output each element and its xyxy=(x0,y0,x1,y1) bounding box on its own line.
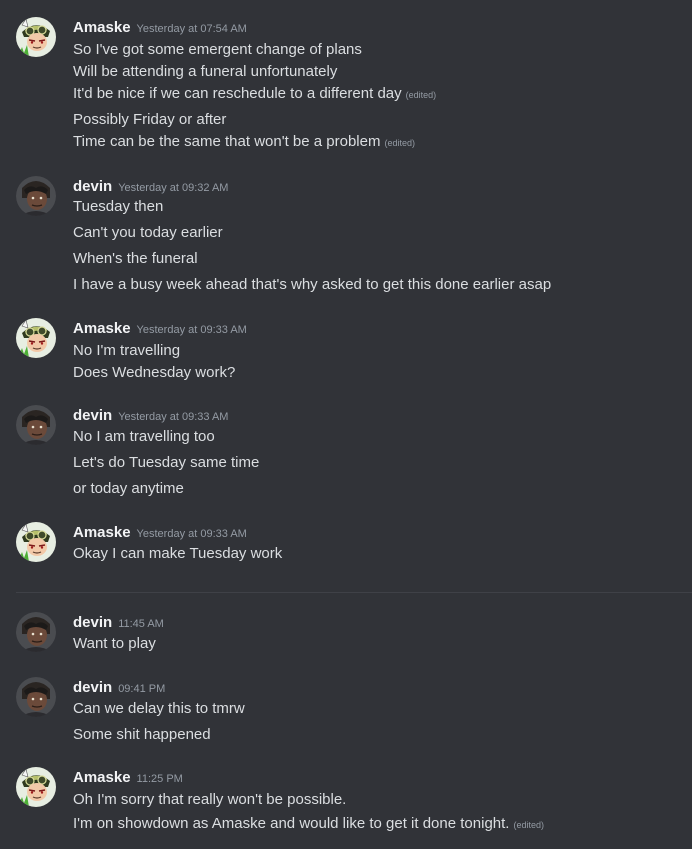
timestamp: Yesterday at 09:33 AM xyxy=(136,324,247,336)
avatar[interactable] xyxy=(16,176,56,216)
edited-label: (edited) xyxy=(513,820,544,830)
message-text: Want to play xyxy=(73,635,156,652)
message-text: Tuesday then xyxy=(73,198,164,215)
avatar[interactable] xyxy=(16,318,56,358)
timestamp: Yesterday at 09:33 AM xyxy=(136,528,247,540)
message-header: Amaske Yesterday at 09:33 AM xyxy=(73,522,247,544)
message-list: Amaske Yesterday at 07:54 AM So I've got … xyxy=(0,0,692,849)
message-text: Oh I'm sorry that really won't be possib… xyxy=(73,791,347,808)
timestamp: Yesterday at 09:33 AM xyxy=(118,411,229,423)
goggles-character-icon xyxy=(16,522,56,562)
avatar[interactable] xyxy=(16,17,56,57)
message-text: Time can be the same that won't be a pro… xyxy=(73,133,415,150)
dark-character-icon xyxy=(16,612,56,652)
dark-character-icon xyxy=(16,677,56,717)
message-header: devin Yesterday at 09:32 AM xyxy=(73,176,228,198)
username[interactable]: Amaske xyxy=(73,524,131,541)
message-text: No I am travelling too xyxy=(73,428,215,445)
avatar[interactable] xyxy=(16,677,56,717)
message-text: So I've got some emergent change of plan… xyxy=(73,41,362,58)
message-text: Can we delay this to tmrw xyxy=(73,700,245,717)
goggles-character-icon xyxy=(16,318,56,358)
username[interactable]: devin xyxy=(73,679,112,696)
username[interactable]: devin xyxy=(73,614,112,631)
message-text: Will be attending a funeral unfortunatel… xyxy=(73,63,338,80)
message-text: Let's do Tuesday same time xyxy=(73,454,260,471)
message-header: devin 09:41 PM xyxy=(73,677,165,699)
avatar[interactable] xyxy=(16,612,56,652)
message-text: Some shit happened xyxy=(73,726,211,743)
dark-character-icon xyxy=(16,405,56,445)
message-text: Does Wednesday work? xyxy=(73,364,236,381)
edited-label: (edited) xyxy=(405,90,437,100)
message-text: When's the funeral xyxy=(73,250,198,267)
message-text: Can't you today earlier xyxy=(73,224,223,241)
username[interactable]: devin xyxy=(73,407,112,424)
avatar[interactable] xyxy=(16,767,56,807)
message-text: I have a busy week ahead that's why aske… xyxy=(73,276,552,293)
timestamp: 09:41 PM xyxy=(118,683,166,695)
dark-character-icon xyxy=(16,176,56,216)
goggles-character-icon xyxy=(16,767,56,807)
goggles-character-icon xyxy=(16,17,56,57)
message-text: No I'm travelling xyxy=(73,342,181,359)
message-text: It'd be nice if we can reschedule to a d… xyxy=(73,85,437,102)
username[interactable]: devin xyxy=(73,178,112,195)
timestamp: Yesterday at 07:54 AM xyxy=(136,23,247,35)
message-text: Possibly Friday or after xyxy=(73,111,227,128)
username[interactable]: Amaske xyxy=(73,769,131,786)
message-text: or today anytime xyxy=(73,480,184,497)
message-header: Amaske Yesterday at 07:54 AM xyxy=(73,17,247,39)
avatar[interactable] xyxy=(16,522,56,562)
username[interactable]: Amaske xyxy=(73,19,131,36)
message-text: Okay I can make Tuesday work xyxy=(73,545,283,562)
message-text: I'm on showdown as Amaske and would like… xyxy=(73,815,544,832)
edited-label: (edited) xyxy=(384,138,415,148)
avatar[interactable] xyxy=(16,405,56,445)
username[interactable]: Amaske xyxy=(73,320,131,337)
message-header: Amaske 11:25 PM xyxy=(73,767,183,789)
timestamp: 11:25 PM xyxy=(136,773,183,785)
message-header: devin 11:45 AM xyxy=(73,612,164,634)
message-header: devin Yesterday at 09:33 AM xyxy=(73,405,228,427)
timestamp: Yesterday at 09:32 AM xyxy=(118,182,229,194)
divider xyxy=(16,592,692,593)
timestamp: 11:45 AM xyxy=(118,618,164,630)
message-header: Amaske Yesterday at 09:33 AM xyxy=(73,318,247,340)
